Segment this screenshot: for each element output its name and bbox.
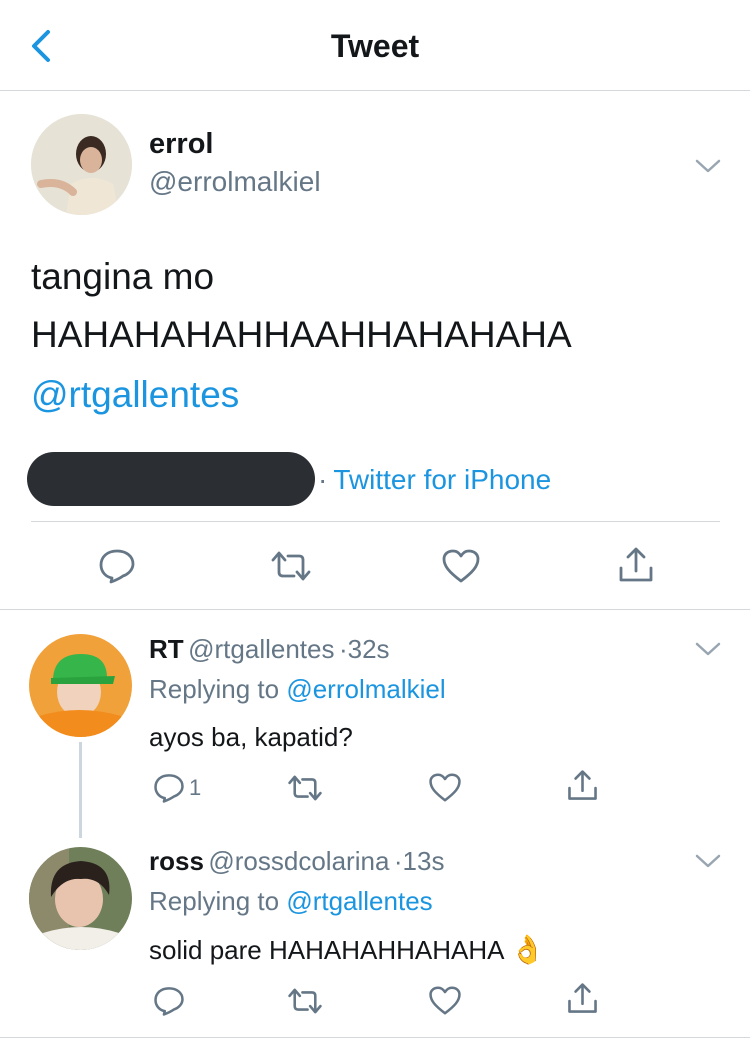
tweet-text-line-2: HAHAHAHAHHAAHHAHAHAHA bbox=[31, 314, 572, 355]
tweet-text-line-1: tangina mo bbox=[31, 256, 215, 297]
reply-author-handle[interactable]: @rossdcolarina bbox=[208, 846, 389, 876]
avatar[interactable] bbox=[29, 634, 132, 737]
header-bar: Tweet bbox=[0, 0, 750, 91]
reply-timestamp: 13s bbox=[402, 846, 445, 876]
share-icon[interactable] bbox=[566, 982, 599, 1015]
reply-author-name[interactable]: RT bbox=[149, 634, 184, 664]
meta-separator: · bbox=[338, 634, 348, 664]
replying-to-prefix: Replying to bbox=[149, 674, 280, 704]
replying-to: Replying to @errolmalkiel bbox=[149, 674, 446, 705]
reply-text: ayos ba, kapatid? bbox=[149, 722, 353, 752]
reply-header: ross @rossdcolarina ·13s bbox=[149, 846, 444, 877]
reply-author-handle[interactable]: @rtgallentes bbox=[188, 634, 334, 664]
chevron-down-icon[interactable] bbox=[694, 640, 722, 658]
divider bbox=[31, 521, 720, 522]
like-icon[interactable] bbox=[441, 548, 481, 584]
share-icon[interactable] bbox=[566, 769, 599, 802]
reply-icon[interactable] bbox=[153, 985, 185, 1017]
page-title: Tweet bbox=[330, 28, 420, 64]
author-handle[interactable]: @errolmalkiel bbox=[149, 166, 321, 198]
ok-hand-emoji: 👌 bbox=[510, 934, 546, 965]
reply-header: RT @rtgallentes ·32s bbox=[149, 634, 390, 665]
retweet-icon[interactable] bbox=[270, 550, 312, 582]
author-name[interactable]: errol bbox=[149, 128, 213, 161]
avatar[interactable] bbox=[29, 847, 132, 950]
divider bbox=[0, 1037, 750, 1038]
share-icon[interactable] bbox=[617, 546, 655, 584]
meta-separator: · bbox=[393, 846, 403, 876]
tweet-source[interactable]: · Twitter for iPhone bbox=[318, 464, 551, 496]
reply-text-body: solid pare HAHAHAHHAHAHA bbox=[149, 935, 504, 965]
reply-timestamp: 32s bbox=[347, 634, 390, 664]
reply-count: 1 bbox=[189, 775, 202, 800]
thread-connector bbox=[79, 742, 82, 838]
retweet-icon[interactable] bbox=[287, 774, 323, 802]
redacted-timestamp bbox=[27, 452, 315, 506]
replying-to-link[interactable]: @errolmalkiel bbox=[286, 674, 445, 704]
avatar[interactable] bbox=[31, 114, 132, 215]
reply-text: solid pare HAHAHAHHAHAHA 👌 bbox=[149, 933, 545, 966]
replying-to: Replying to @rtgallentes bbox=[149, 886, 433, 917]
replying-to-prefix: Replying to bbox=[149, 886, 280, 916]
like-icon[interactable] bbox=[428, 985, 462, 1016]
like-icon[interactable] bbox=[428, 772, 462, 803]
divider bbox=[0, 609, 750, 610]
tweet-mention-link[interactable]: @rtgallentes bbox=[31, 374, 239, 416]
reply-icon[interactable] bbox=[153, 772, 185, 804]
chevron-down-icon[interactable] bbox=[694, 157, 722, 175]
reply-icon[interactable] bbox=[98, 548, 136, 584]
chevron-down-icon[interactable] bbox=[694, 852, 722, 870]
retweet-icon[interactable] bbox=[287, 987, 323, 1015]
source-link[interactable]: Twitter for iPhone bbox=[333, 464, 551, 495]
source-separator: · bbox=[318, 464, 328, 495]
reply-author-name[interactable]: ross bbox=[149, 846, 204, 876]
replying-to-link[interactable]: @rtgallentes bbox=[286, 886, 432, 916]
